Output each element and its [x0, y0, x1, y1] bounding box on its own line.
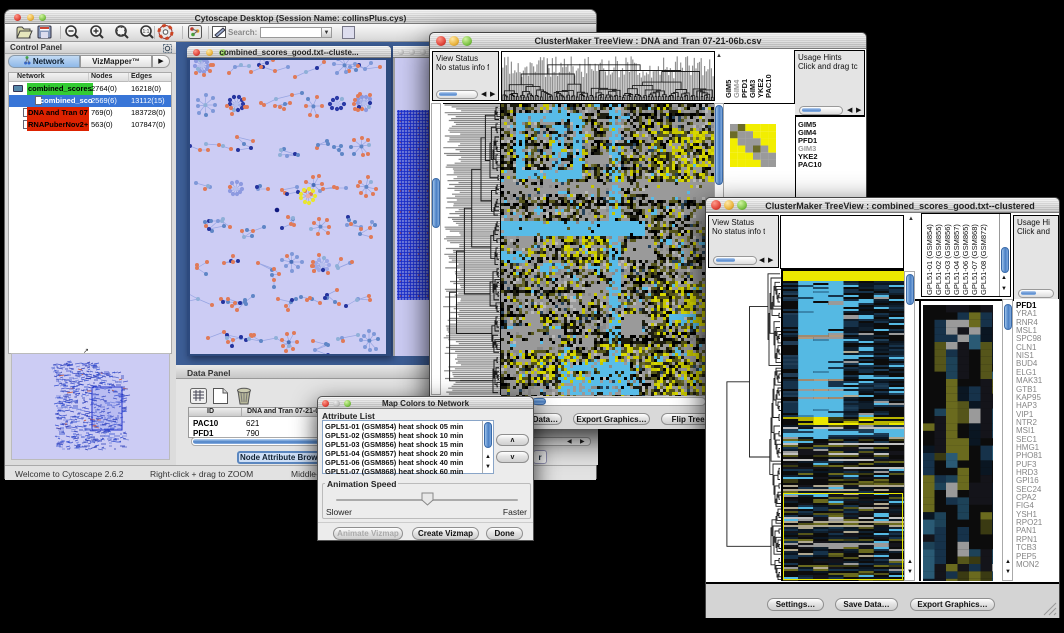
svg-text:GPL51-03 (GSM856): GPL51-03 (GSM856): [943, 224, 952, 295]
svg-text:GPL51-01 (GSM854): GPL51-01 (GSM854): [925, 224, 934, 295]
svg-text:GPL51-07 (GSM868): GPL51-07 (GSM868): [970, 224, 979, 295]
svg-text:GPL51-08 (GSM872): GPL51-08 (GSM872): [979, 224, 988, 295]
svg-text:PAC10: PAC10: [764, 74, 773, 98]
svg-text:GPL51-04 (GSM857): GPL51-04 (GSM857): [952, 224, 961, 295]
svg-text:1:1: 1:1: [143, 29, 150, 35]
svg-text:GPL51-06 (GSM865): GPL51-06 (GSM865): [961, 224, 970, 295]
svg-text:GPL51-02 (GSM855): GPL51-02 (GSM855): [934, 224, 943, 295]
